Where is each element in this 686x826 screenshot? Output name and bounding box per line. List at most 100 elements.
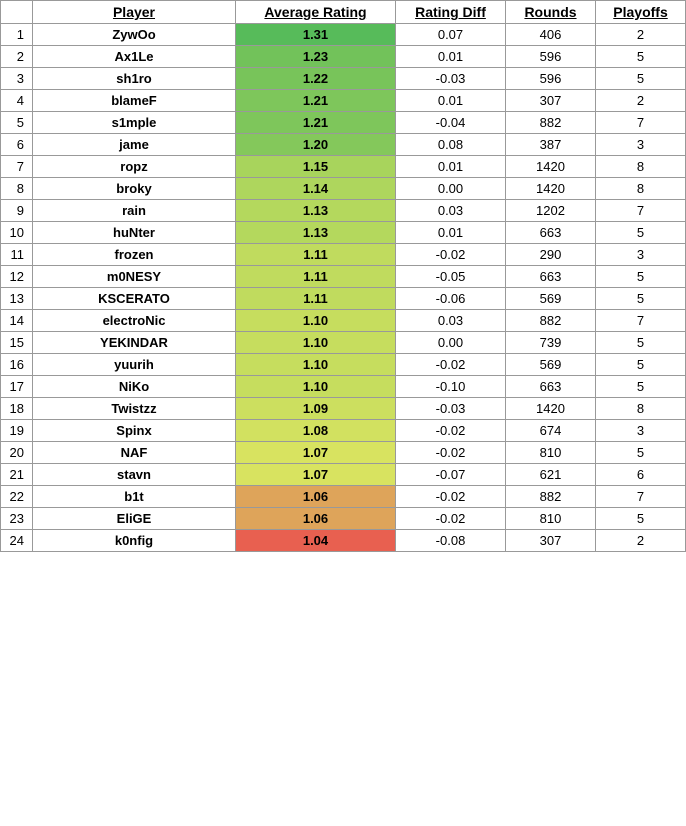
playoffs-cell: 5 [596, 46, 686, 68]
rounds-cell: 307 [506, 90, 596, 112]
table-row: 18Twistzz1.09-0.0314208 [1, 398, 686, 420]
rank-cell: 12 [1, 266, 33, 288]
avg-rating-header: Average Rating [236, 1, 396, 24]
rank-cell: 16 [1, 354, 33, 376]
rating-diff-cell: -0.02 [396, 508, 506, 530]
rating-diff-cell: -0.02 [396, 354, 506, 376]
avg-rating-cell: 1.09 [236, 398, 396, 420]
avg-rating-cell: 1.10 [236, 332, 396, 354]
rating-diff-cell: -0.10 [396, 376, 506, 398]
rounds-cell: 810 [506, 508, 596, 530]
table-row: 16yuurih1.10-0.025695 [1, 354, 686, 376]
rank-cell: 9 [1, 200, 33, 222]
player-name-cell: jame [33, 134, 236, 156]
rating-diff-cell: -0.03 [396, 398, 506, 420]
rounds-cell: 663 [506, 222, 596, 244]
rounds-cell: 596 [506, 46, 596, 68]
rating-diff-cell: 0.01 [396, 90, 506, 112]
player-name-cell: Twistzz [33, 398, 236, 420]
avg-rating-cell: 1.04 [236, 530, 396, 552]
player-name-cell: frozen [33, 244, 236, 266]
rating-diff-cell: 0.00 [396, 178, 506, 200]
table-row: 2Ax1Le1.230.015965 [1, 46, 686, 68]
table-row: 7ropz1.150.0114208 [1, 156, 686, 178]
player-name-cell: k0nfig [33, 530, 236, 552]
rounds-cell: 596 [506, 68, 596, 90]
avg-rating-cell: 1.14 [236, 178, 396, 200]
rating-diff-cell: -0.04 [396, 112, 506, 134]
avg-rating-cell: 1.13 [236, 200, 396, 222]
player-name-cell: m0NESY [33, 266, 236, 288]
player-name-cell: ropz [33, 156, 236, 178]
avg-rating-cell: 1.06 [236, 486, 396, 508]
avg-rating-cell: 1.07 [236, 464, 396, 486]
avg-rating-cell: 1.21 [236, 90, 396, 112]
rounds-cell: 663 [506, 266, 596, 288]
playoffs-header: Playoffs [596, 1, 686, 24]
table-row: 5s1mple1.21-0.048827 [1, 112, 686, 134]
table-row: 17NiKo1.10-0.106635 [1, 376, 686, 398]
player-name-cell: broky [33, 178, 236, 200]
rounds-cell: 290 [506, 244, 596, 266]
player-name-cell: huNter [33, 222, 236, 244]
table-row: 19Spinx1.08-0.026743 [1, 420, 686, 442]
rank-cell: 5 [1, 112, 33, 134]
rounds-cell: 1420 [506, 156, 596, 178]
rating-diff-cell: -0.06 [396, 288, 506, 310]
rounds-cell: 882 [506, 486, 596, 508]
rating-diff-header: Rating Diff [396, 1, 506, 24]
rating-diff-cell: 0.08 [396, 134, 506, 156]
avg-rating-cell: 1.21 [236, 112, 396, 134]
playoffs-cell: 2 [596, 90, 686, 112]
rating-diff-cell: 0.01 [396, 156, 506, 178]
rank-cell: 14 [1, 310, 33, 332]
table-row: 22b1t1.06-0.028827 [1, 486, 686, 508]
table-row: 23EliGE1.06-0.028105 [1, 508, 686, 530]
player-name-cell: stavn [33, 464, 236, 486]
rating-diff-cell: 0.01 [396, 222, 506, 244]
player-name-cell: sh1ro [33, 68, 236, 90]
avg-rating-cell: 1.11 [236, 288, 396, 310]
player-name-cell: s1mple [33, 112, 236, 134]
table-row: 24k0nfig1.04-0.083072 [1, 530, 686, 552]
playoffs-cell: 7 [596, 486, 686, 508]
rating-diff-cell: -0.02 [396, 244, 506, 266]
table-row: 3sh1ro1.22-0.035965 [1, 68, 686, 90]
rating-diff-cell: -0.07 [396, 464, 506, 486]
player-name-cell: blameF [33, 90, 236, 112]
rank-header [1, 1, 33, 24]
stats-table: Player Average Rating Rating Diff Rounds… [0, 0, 686, 552]
table-row: 4blameF1.210.013072 [1, 90, 686, 112]
player-name-cell: yuurih [33, 354, 236, 376]
rounds-cell: 307 [506, 530, 596, 552]
rounds-cell: 663 [506, 376, 596, 398]
rounds-cell: 406 [506, 24, 596, 46]
rank-cell: 13 [1, 288, 33, 310]
table-row: 10huNter1.130.016635 [1, 222, 686, 244]
avg-rating-cell: 1.15 [236, 156, 396, 178]
table-row: 1ZywOo1.310.074062 [1, 24, 686, 46]
rank-cell: 3 [1, 68, 33, 90]
avg-rating-cell: 1.11 [236, 266, 396, 288]
avg-rating-cell: 1.23 [236, 46, 396, 68]
rank-cell: 11 [1, 244, 33, 266]
rounds-cell: 810 [506, 442, 596, 464]
table-row: 20NAF1.07-0.028105 [1, 442, 686, 464]
rating-diff-cell: -0.03 [396, 68, 506, 90]
rank-cell: 21 [1, 464, 33, 486]
player-name-cell: electroNic [33, 310, 236, 332]
rating-diff-cell: 0.03 [396, 310, 506, 332]
player-name-cell: b1t [33, 486, 236, 508]
playoffs-cell: 7 [596, 112, 686, 134]
playoffs-cell: 5 [596, 332, 686, 354]
playoffs-cell: 7 [596, 200, 686, 222]
rank-cell: 17 [1, 376, 33, 398]
rounds-cell: 1420 [506, 398, 596, 420]
rating-diff-cell: -0.02 [396, 442, 506, 464]
playoffs-cell: 3 [596, 420, 686, 442]
rank-cell: 2 [1, 46, 33, 68]
rounds-cell: 882 [506, 112, 596, 134]
playoffs-cell: 6 [596, 464, 686, 486]
player-name-cell: EliGE [33, 508, 236, 530]
playoffs-cell: 2 [596, 530, 686, 552]
